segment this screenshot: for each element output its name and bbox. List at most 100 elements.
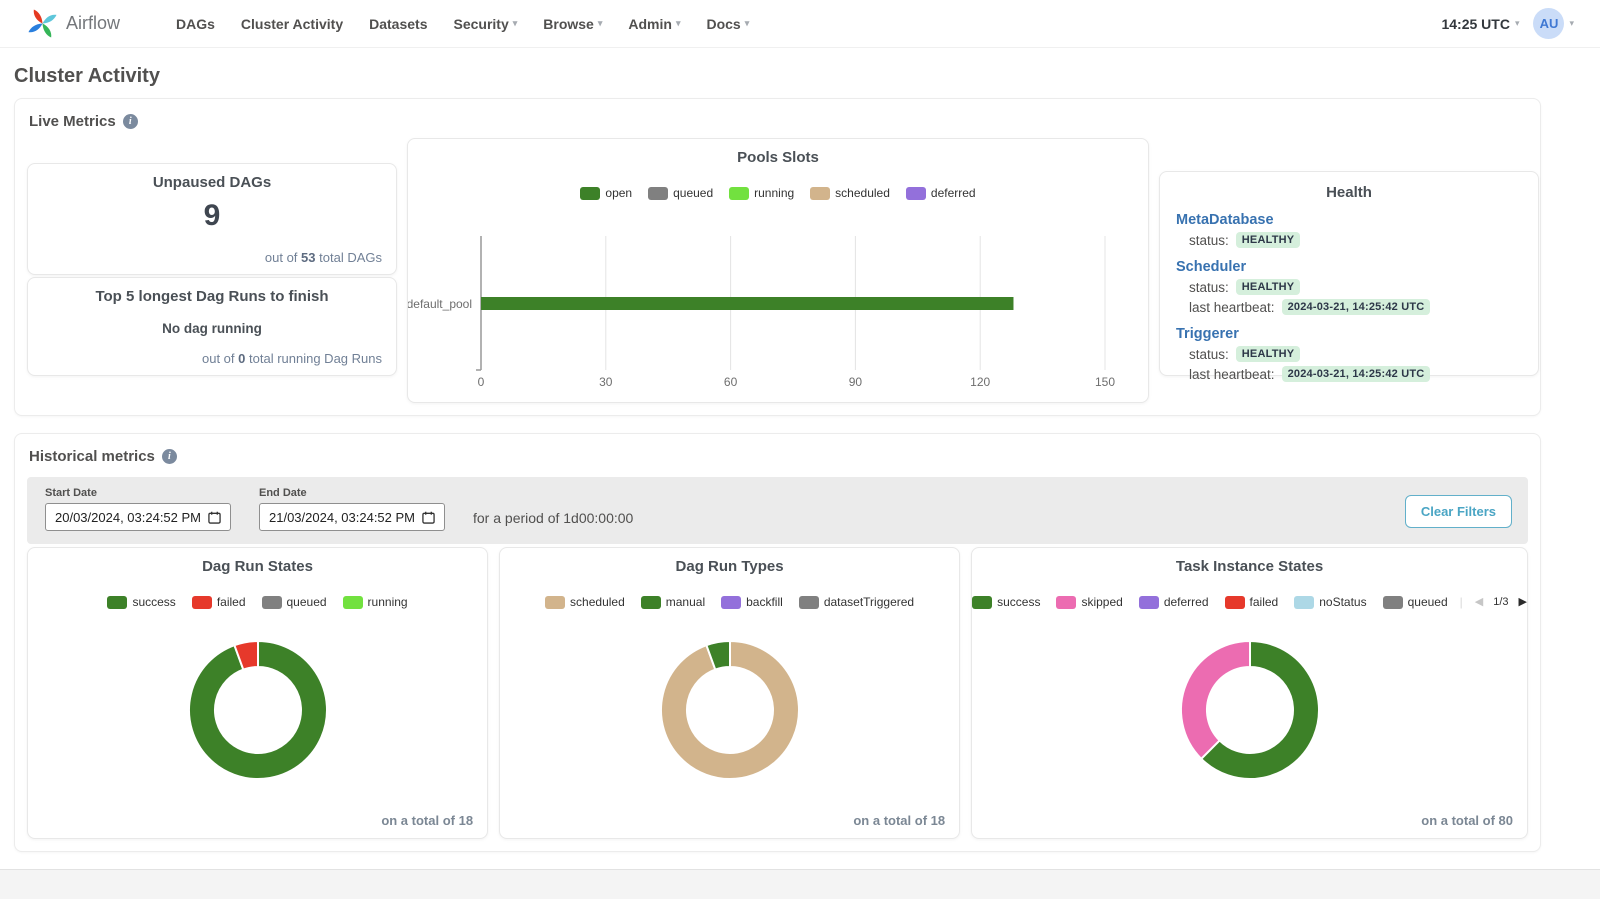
svg-text:150: 150	[1095, 375, 1115, 389]
dag-run-states-title: Dag Run States	[28, 558, 487, 575]
legend-page-next-icon[interactable]: ▶	[1519, 597, 1527, 608]
task-instance-states-total: on a total of 80	[1421, 813, 1513, 828]
legend-label: running	[368, 595, 408, 609]
heading-text: Live Metrics	[29, 113, 116, 130]
status-label: status:	[1189, 280, 1229, 295]
brand-text: Airflow	[66, 13, 120, 34]
legend-item-running[interactable]: running	[729, 186, 794, 200]
nav-label: DAGs	[176, 16, 215, 32]
component-name: MetaDatabase	[1176, 212, 1522, 228]
legend-item-deferred[interactable]: deferred	[1139, 595, 1209, 609]
legend-label: queued	[673, 186, 713, 200]
live-metrics-left-column: Unpaused DAGs 9 out of 53 total DAGs Top…	[27, 163, 397, 376]
bar-chart-svg: 0306090120150default_pool	[408, 228, 1148, 390]
legend-page-prev-icon[interactable]: ◀	[1475, 597, 1483, 608]
donut-svg	[1175, 635, 1325, 785]
queued-swatch	[648, 187, 668, 200]
legend-item-backfill[interactable]: backfill	[721, 595, 783, 609]
top5-dag-runs-card: Top 5 longest Dag Runs to finish No dag …	[27, 277, 397, 376]
legend-item-noStatus[interactable]: noStatus	[1294, 595, 1366, 609]
heartbeat-row: last heartbeat: 2024-03-21, 14:25:42 UTC	[1189, 299, 1522, 315]
utc-clock-dropdown[interactable]: 14:25 UTC ▾	[1441, 16, 1519, 32]
legend-label: noStatus	[1319, 595, 1366, 609]
legend-item-datasetTriggered[interactable]: datasetTriggered	[799, 595, 914, 609]
legend-label: queued	[1408, 595, 1448, 609]
svg-text:60: 60	[724, 375, 738, 389]
legend-item-queued[interactable]: queued	[262, 595, 327, 609]
clear-filters-button[interactable]: Clear Filters	[1405, 495, 1512, 528]
legend-item-skipped[interactable]: skipped	[1056, 595, 1122, 609]
caret-down-icon: ▾	[513, 19, 518, 28]
dag-run-types-donut[interactable]	[500, 635, 959, 785]
page-content: Cluster Activity Live Metrics i Unpaused…	[14, 65, 1541, 852]
start-date-value: 20/03/2024, 03:24:52 PM	[55, 510, 201, 525]
nav-label: Cluster Activity	[241, 16, 343, 32]
user-menu[interactable]: AU ▾	[1533, 8, 1574, 39]
legend-item-open[interactable]: open	[580, 186, 632, 200]
legend-label: failed	[217, 595, 246, 609]
navbar-right: 14:25 UTC ▾ AU ▾	[1441, 8, 1574, 39]
legend-label: success	[997, 595, 1040, 609]
end-date-input[interactable]: 21/03/2024, 03:24:52 PM	[259, 503, 445, 531]
legend-item-queued[interactable]: queued	[1383, 595, 1448, 609]
end-date-field: End Date 21/03/2024, 03:24:52 PM	[259, 487, 445, 531]
legend-label: deferred	[1164, 595, 1209, 609]
airflow-brand[interactable]: Airflow	[26, 7, 120, 40]
legend-item-manual[interactable]: manual	[641, 595, 705, 609]
pools-slots-bar-chart[interactable]: 0306090120150default_pool	[408, 228, 1148, 390]
dag-run-states-legend: success failed queued running	[28, 595, 487, 609]
legend-item-running[interactable]: running	[343, 595, 408, 609]
legend-item-success[interactable]: success	[107, 595, 175, 609]
legend-page-indicator: 1/3	[1493, 596, 1508, 608]
legend-label: scheduled	[570, 595, 625, 609]
nav-item-admin[interactable]: Admin▾	[628, 16, 680, 32]
dag-run-types-total: on a total of 18	[853, 813, 945, 828]
status-label: status:	[1189, 347, 1229, 362]
nav-item-datasets[interactable]: Datasets	[369, 16, 427, 32]
nav-item-security[interactable]: Security ▾	[453, 16, 517, 32]
heartbeat-label: last heartbeat:	[1189, 367, 1275, 382]
legend-item-deferred[interactable]: deferred	[906, 186, 976, 200]
legend-item-failed[interactable]: failed	[192, 595, 246, 609]
success-swatch	[107, 596, 127, 609]
calendar-icon[interactable]	[208, 511, 221, 524]
noStatus-swatch	[1294, 596, 1314, 609]
info-icon[interactable]: i	[123, 114, 138, 129]
period-text: for a period of 1d00:00:00	[473, 510, 633, 526]
legend-item-failed[interactable]: failed	[1225, 595, 1279, 609]
live-metrics-panel: Live Metrics i Unpaused DAGs 9 out of 53…	[14, 98, 1541, 416]
status-label: status:	[1189, 233, 1229, 248]
legend-item-queued[interactable]: queued	[648, 186, 713, 200]
bar-open[interactable]	[481, 297, 1013, 310]
dag-run-types-card: Dag Run Types scheduledmanualbackfilldat…	[499, 547, 960, 839]
nav-item-dags[interactable]: DAGs	[176, 16, 215, 32]
unpaused-dags-footnote: out of 53 total DAGs	[265, 250, 382, 265]
manual-swatch	[641, 596, 661, 609]
start-date-field: Start Date 20/03/2024, 03:24:52 PM	[45, 487, 231, 531]
nav-item-cluster-activity[interactable]: Cluster Activity	[241, 16, 343, 32]
start-date-input[interactable]: 20/03/2024, 03:24:52 PM	[45, 503, 231, 531]
pie-slice-skipped[interactable]	[1181, 641, 1250, 759]
info-icon[interactable]: i	[162, 449, 177, 464]
success-swatch	[972, 596, 992, 609]
footnote-suffix: total running Dag Runs	[249, 351, 382, 366]
caret-down-icon: ▾	[1515, 19, 1520, 28]
page-title: Cluster Activity	[14, 65, 1541, 88]
nav-label: Security	[453, 16, 508, 32]
legend-item-scheduled[interactable]: scheduled	[810, 186, 890, 200]
task-instance-states-donut[interactable]	[972, 635, 1527, 785]
component-name: Triggerer	[1176, 326, 1522, 342]
nav-item-browse[interactable]: Browse▾	[543, 16, 602, 32]
calendar-icon[interactable]	[422, 511, 435, 524]
dag-run-states-total: on a total of 18	[381, 813, 473, 828]
health-title: Health	[1176, 184, 1522, 201]
health-component-scheduler: Scheduler status: HEALTHY last heartbeat…	[1176, 259, 1522, 315]
unpaused-dags-value: 9	[42, 199, 382, 233]
nav-item-docs[interactable]: Docs▾	[706, 16, 749, 32]
running-dag-runs-count: 0	[238, 351, 245, 366]
legend-item-scheduled[interactable]: scheduled	[545, 595, 625, 609]
legend-item-success[interactable]: success	[972, 595, 1040, 609]
status-badge: HEALTHY	[1236, 346, 1301, 362]
running-swatch	[343, 596, 363, 609]
dag-run-states-donut[interactable]	[28, 635, 487, 785]
